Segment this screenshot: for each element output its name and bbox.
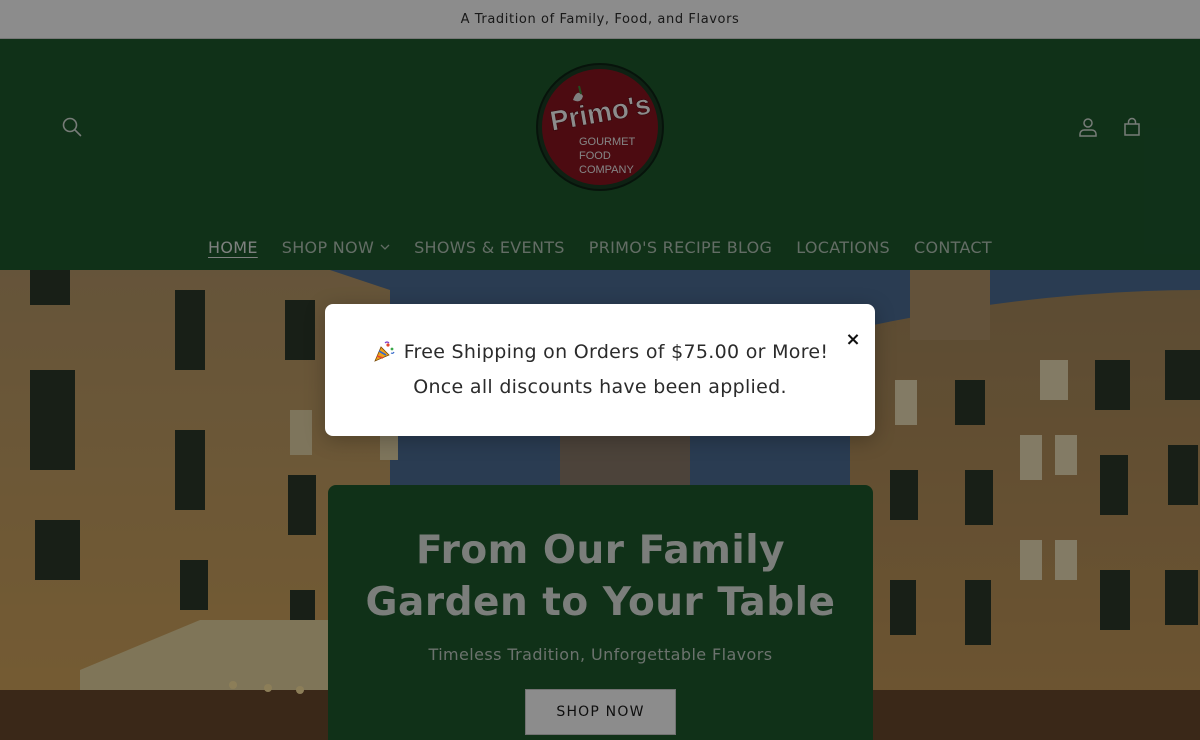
page: A Tradition of Family, Food, and Flavors… — [0, 0, 1200, 740]
popup-close-button[interactable]: × — [844, 331, 862, 349]
popup-line1: Free Shipping on Orders of $75.00 or Mor… — [325, 340, 875, 364]
popup-shipping-text: Free Shipping on Orders of $75.00 or Mor… — [403, 341, 829, 363]
shipping-popup: Free Shipping on Orders of $75.00 or Mor… — [325, 304, 875, 436]
party-popper-icon — [373, 341, 395, 362]
popup-discount-text: Once all discounts have been applied. — [413, 376, 787, 398]
